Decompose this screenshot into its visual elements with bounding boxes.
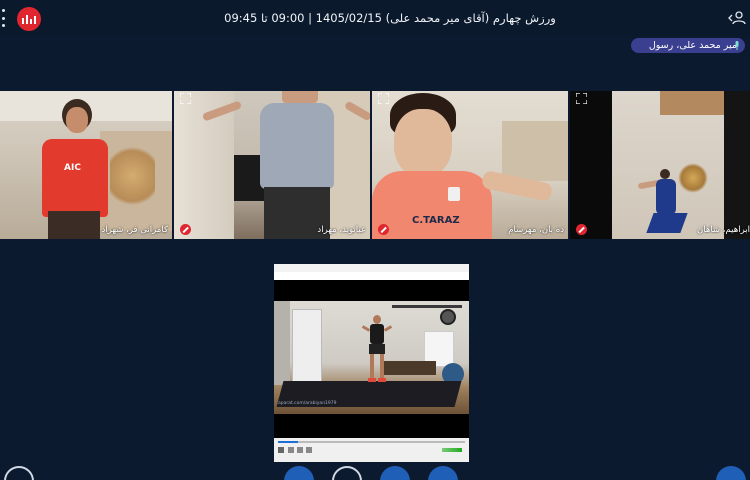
player-titlebar [274, 264, 469, 272]
shared-screen[interactable]: aparat.com/arabiyan1979 [274, 264, 469, 462]
chat-button[interactable] [716, 466, 746, 480]
microphone-icon [735, 41, 739, 50]
presenter-name: میر محمد علی، رسول [648, 40, 737, 51]
video-watermark: aparat.com/arabiyan1979 [278, 401, 337, 406]
player-controls[interactable] [274, 438, 469, 462]
volume-slider[interactable] [442, 448, 462, 452]
more-menu-icon[interactable] [0, 9, 6, 27]
participant-tile[interactable]: ابراهیم، شاهان [570, 91, 750, 239]
participant-name: ده بان، مهرسام [508, 225, 564, 235]
player-menubar [274, 272, 469, 280]
participant-tile[interactable]: C.TARAZ ده بان، مهرسام [372, 91, 568, 239]
mic-muted-icon [378, 224, 389, 235]
participant-name: عباتوند، مهراد [317, 225, 366, 235]
expand-icon[interactable] [180, 93, 191, 104]
letterbox-top [274, 280, 469, 301]
presenter-chip[interactable]: میر محمد علی، رسول [630, 38, 745, 53]
video-frame: aparat.com/arabiyan1979 [274, 301, 469, 414]
participant-name: کامرانی فر، شهراد [101, 225, 168, 235]
top-bar: ورزش چهارم (آقای میر محمد علی) 1405/02/1… [0, 0, 750, 36]
raise-hand-button[interactable] [428, 466, 458, 480]
letterbox-bottom [274, 414, 469, 438]
microphone-button[interactable] [332, 466, 362, 480]
expand-icon[interactable] [378, 93, 389, 104]
camera-button[interactable] [284, 466, 314, 480]
mic-muted-icon [576, 224, 587, 235]
mic-muted-icon [180, 224, 191, 235]
pause-icon[interactable] [278, 447, 284, 453]
expand-icon[interactable] [576, 93, 587, 104]
participant-tile[interactable]: عباتوند، مهراد [174, 91, 370, 239]
participants-icon[interactable] [728, 11, 746, 25]
settings-button[interactable] [4, 466, 34, 480]
participant-tile[interactable]: AIC کامرانی فر، شهراد [0, 91, 172, 239]
participant-name: ابراهیم، شاهان [697, 225, 750, 235]
brand-logo[interactable] [17, 7, 41, 31]
session-title: ورزش چهارم (آقای میر محمد علی) 1405/02/1… [224, 11, 556, 25]
share-button[interactable] [380, 466, 410, 480]
participant-tiles: AIC کامرانی فر، شهراد عباتوند، مهراد C.T… [0, 91, 750, 239]
